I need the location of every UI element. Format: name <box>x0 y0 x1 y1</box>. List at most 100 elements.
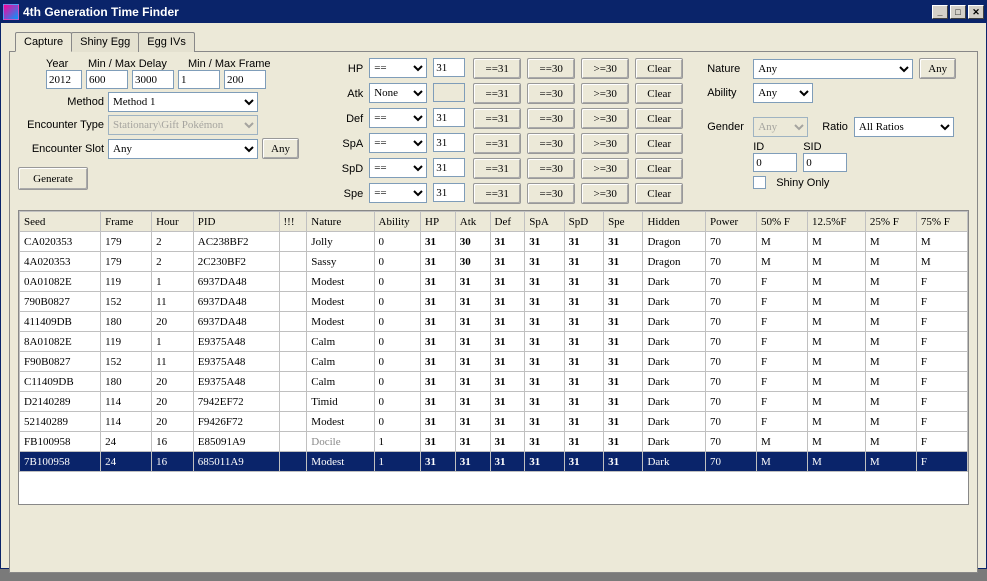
cell-ex[interactable] <box>279 352 307 372</box>
col-pid[interactable]: PID <box>193 212 279 232</box>
table-row[interactable]: 7B1009582416685011A9Modest1313131313131D… <box>20 452 968 472</box>
iv-eq30-spd[interactable]: ==30 <box>527 158 575 179</box>
cell-f50[interactable]: F <box>756 392 807 412</box>
iv-cmp-atk[interactable]: None <box>369 83 427 103</box>
cell-spd[interactable]: 31 <box>564 452 603 472</box>
cell-power[interactable]: 70 <box>706 272 757 292</box>
cell-f25[interactable]: M <box>865 352 916 372</box>
cell-spa[interactable]: 31 <box>525 272 564 292</box>
cell-f25[interactable]: M <box>865 252 916 272</box>
cell-ability[interactable]: 0 <box>374 392 421 412</box>
cell-pid[interactable]: 2C230BF2 <box>193 252 279 272</box>
col-25-f[interactable]: 25% F <box>865 212 916 232</box>
cell-spd[interactable]: 31 <box>564 312 603 332</box>
iv-val-spa[interactable] <box>433 133 465 152</box>
table-row[interactable]: 4A02035317922C230BF2Sassy0313031313131Dr… <box>20 252 968 272</box>
cell-nature[interactable]: Calm <box>307 352 374 372</box>
cell-hour[interactable]: 2 <box>152 252 194 272</box>
cell-hp[interactable]: 31 <box>421 352 456 372</box>
cell-ex[interactable] <box>279 452 307 472</box>
cell-spe[interactable]: 31 <box>604 432 643 452</box>
cell-spd[interactable]: 31 <box>564 252 603 272</box>
cell-frame[interactable]: 180 <box>101 312 152 332</box>
cell-spd[interactable]: 31 <box>564 392 603 412</box>
table-row[interactable]: 790B0827152116937DA48Modest0313131313131… <box>20 292 968 312</box>
cell-atk[interactable]: 31 <box>455 292 490 312</box>
cell-f75[interactable]: F <box>916 432 967 452</box>
table-row[interactable]: F90B082715211E9375A48Calm0313131313131Da… <box>20 352 968 372</box>
cell-f75[interactable]: M <box>916 252 967 272</box>
cell-f50[interactable]: F <box>756 352 807 372</box>
minimize-button[interactable]: _ <box>932 5 948 19</box>
cell-f125[interactable]: M <box>807 372 865 392</box>
col-ability[interactable]: Ability <box>374 212 421 232</box>
cell-pid[interactable]: 7942EF72 <box>193 392 279 412</box>
cell-pid[interactable]: 685011A9 <box>193 452 279 472</box>
cell-frame[interactable]: 152 <box>101 292 152 312</box>
cell-f125[interactable]: M <box>807 412 865 432</box>
cell-spa[interactable]: 31 <box>525 452 564 472</box>
cell-power[interactable]: 70 <box>706 312 757 332</box>
iv-clear-spa[interactable]: Clear <box>635 133 683 154</box>
cell-atk[interactable]: 30 <box>455 252 490 272</box>
cell-f75[interactable]: M <box>916 232 967 252</box>
col-50-f[interactable]: 50% F <box>756 212 807 232</box>
cell-f125[interactable]: M <box>807 352 865 372</box>
cell-ex[interactable] <box>279 412 307 432</box>
iv-clear-def[interactable]: Clear <box>635 108 683 129</box>
cell-f75[interactable]: F <box>916 372 967 392</box>
cell-f75[interactable]: F <box>916 452 967 472</box>
delay-max-input[interactable] <box>132 70 174 89</box>
cell-ex[interactable] <box>279 392 307 412</box>
cell-f125[interactable]: M <box>807 332 865 352</box>
cell-pid[interactable]: E9375A48 <box>193 352 279 372</box>
iv-eq30-hp[interactable]: ==30 <box>527 58 575 79</box>
cell-f50[interactable]: F <box>756 372 807 392</box>
iv-cmp-def[interactable]: == <box>369 108 427 128</box>
cell-power[interactable]: 70 <box>706 412 757 432</box>
cell-ex[interactable] <box>279 332 307 352</box>
cell-f75[interactable]: F <box>916 272 967 292</box>
cell-ability[interactable]: 1 <box>374 432 421 452</box>
table-row[interactable]: CA0203531792AC238BF2Jolly0313031313131Dr… <box>20 232 968 252</box>
iv-ge30-spe[interactable]: >=30 <box>581 183 629 204</box>
cell-spe[interactable]: 31 <box>604 412 643 432</box>
cell-ability[interactable]: 0 <box>374 312 421 332</box>
iv-ge30-def[interactable]: >=30 <box>581 108 629 129</box>
cell-spa[interactable]: 31 <box>525 232 564 252</box>
col-seed[interactable]: Seed <box>20 212 101 232</box>
cell-power[interactable]: 70 <box>706 372 757 392</box>
iv-ge30-hp[interactable]: >=30 <box>581 58 629 79</box>
ratio-select[interactable]: All Ratios <box>854 117 954 137</box>
cell-frame[interactable]: 180 <box>101 372 152 392</box>
cell-f75[interactable]: F <box>916 312 967 332</box>
cell-ex[interactable] <box>279 312 307 332</box>
cell-hour[interactable]: 2 <box>152 232 194 252</box>
cell-f75[interactable]: F <box>916 352 967 372</box>
iv-eq30-def[interactable]: ==30 <box>527 108 575 129</box>
titlebar[interactable]: 4th Generation Time Finder _ □ ✕ <box>1 1 986 23</box>
cell-ability[interactable]: 0 <box>374 232 421 252</box>
iv-eq31-hp[interactable]: ==31 <box>473 58 521 79</box>
cell-spa[interactable]: 31 <box>525 412 564 432</box>
cell-seed[interactable]: 7B100958 <box>20 452 101 472</box>
cell-frame[interactable]: 24 <box>101 432 152 452</box>
cell-f25[interactable]: M <box>865 392 916 412</box>
delay-min-input[interactable] <box>86 70 128 89</box>
cell-seed[interactable]: 52140289 <box>20 412 101 432</box>
cell-ex[interactable] <box>279 232 307 252</box>
cell-spa[interactable]: 31 <box>525 432 564 452</box>
col-hidden[interactable]: Hidden <box>643 212 706 232</box>
ability-select[interactable]: Any <box>753 83 813 103</box>
iv-eq31-def[interactable]: ==31 <box>473 108 521 129</box>
cell-seed[interactable]: 790B0827 <box>20 292 101 312</box>
col-frame[interactable]: Frame <box>101 212 152 232</box>
cell-hidden[interactable]: Dark <box>643 452 706 472</box>
cell-ability[interactable]: 0 <box>374 372 421 392</box>
cell-f25[interactable]: M <box>865 292 916 312</box>
cell-def[interactable]: 31 <box>490 452 525 472</box>
iv-eq31-atk[interactable]: ==31 <box>473 83 521 104</box>
iv-cmp-spa[interactable]: == <box>369 133 427 153</box>
cell-f25[interactable]: M <box>865 372 916 392</box>
cell-hp[interactable]: 31 <box>421 292 456 312</box>
